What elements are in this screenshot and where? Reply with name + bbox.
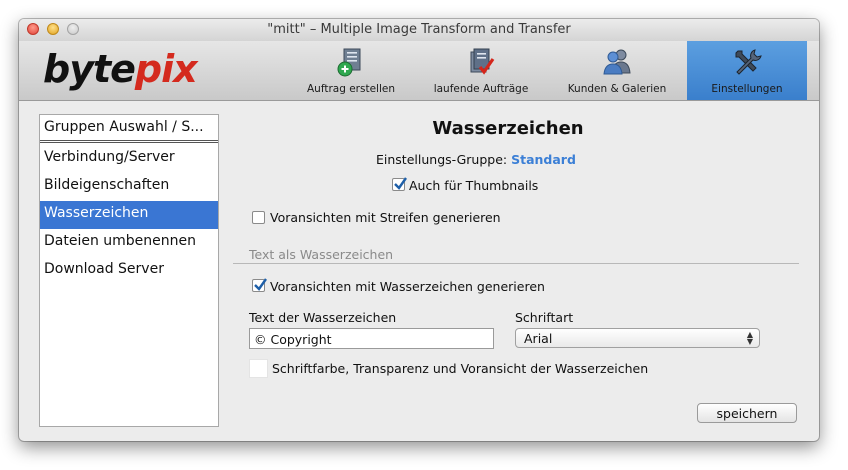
page-title: Wasserzeichen [432,118,584,139]
watermark-text-input[interactable]: © Copyright [249,328,494,349]
sidebar-item-verbindung-server[interactable]: Verbindung/Server [40,145,218,173]
settings-group-sidebar: Gruppen Auswahl / S... Verbindung/Server… [39,114,219,427]
stripes-checkbox-label: Voransichten mit Streifen generieren [270,210,501,225]
section-divider [233,263,799,264]
toolbar: bytepix Auftrag erstellen laufende Auftr… [19,41,819,101]
select-arrows-icon: ▲ ▼ [746,330,753,346]
document-add-icon [337,48,361,77]
font-color-well[interactable] [249,359,268,378]
document-check-icon [470,48,495,75]
toolbar-item-laufende-auftraege[interactable]: laufende Aufträge [419,41,543,100]
sidebar-item-wasserzeichen[interactable]: Wasserzeichen [40,201,218,229]
sidebar-header[interactable]: Gruppen Auswahl / S... [40,115,218,143]
settings-group-label: Einstellungs-Gruppe: [376,152,508,167]
font-select[interactable]: Arial ▲ ▼ [515,328,760,348]
section-label-text-watermark: Text als Wasserzeichen [249,247,394,262]
stripes-checkbox[interactable] [252,211,265,224]
thumbnails-checkbox-label: Auch für Thumbnails [409,178,539,193]
toolbar-label: Einstellungen [711,83,783,95]
checkmark-icon [254,278,267,291]
app-window: "mitt" – Multiple Image Transform and Tr… [19,19,819,441]
font-select-value: Arial [524,331,553,346]
toolbar-label: Kunden & Galerien [567,83,667,95]
watermark-text-label: Text der Wasserzeichen [249,310,397,325]
title-bar: "mitt" – Multiple Image Transform and Tr… [19,19,819,42]
tools-icon [735,49,762,75]
settings-group-row: Einstellungs-Gruppe: Standard [376,152,576,167]
window-title: "mitt" – Multiple Image Transform and Tr… [267,22,571,37]
save-button[interactable]: speichern [697,403,797,423]
font-color-label: Schriftfarbe, Transparenz und Voransicht… [272,361,649,376]
checkmark-icon [394,177,407,190]
toolbar-label: laufende Aufträge [433,83,529,95]
settings-group-value[interactable]: Standard [511,152,576,167]
sidebar-item-bildeigenschaften[interactable]: Bildeigenschaften [40,173,218,201]
watermark-previews-checkbox-label: Voransichten mit Wasserzeichen generiere… [270,279,545,294]
watermark-previews-checkbox[interactable] [252,278,267,292]
sidebar-item-download-server[interactable]: Download Server [40,257,218,285]
users-icon [603,49,631,75]
bytepix-logo: bytepix [43,47,198,91]
thumbnails-checkbox[interactable] [392,177,407,191]
toolbar-item-auftrag-erstellen[interactable]: Auftrag erstellen [289,41,413,100]
font-label: Schriftart [515,310,574,325]
sidebar-item-dateien-umbenennen[interactable]: Dateien umbenennen [40,229,218,257]
toolbar-item-kunden-galerien[interactable]: Kunden & Galerien [555,41,679,100]
toolbar-item-einstellungen[interactable]: Einstellungen [687,41,807,100]
toolbar-label: Auftrag erstellen [307,83,395,95]
